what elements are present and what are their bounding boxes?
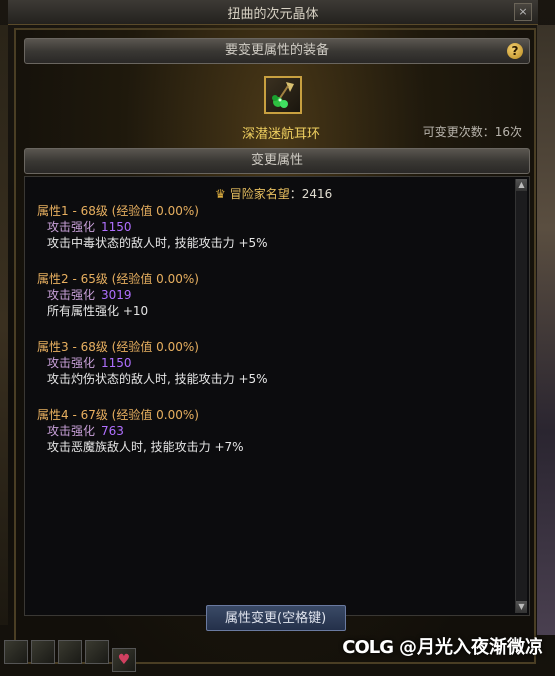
scroll-down-arrow-icon[interactable]: ▼	[516, 601, 527, 613]
attribute-effect: 攻击灼伤状态的敌人时, 技能攻击力 +5%	[47, 372, 268, 386]
fame-label: 冒险家名望	[229, 187, 290, 201]
attribute-effect: 所有属性强化 +10	[47, 304, 149, 318]
quick-slot-bar: ♥	[4, 640, 139, 672]
attribute-effect: 攻击恶魔族敌人时, 技能攻击力 +7%	[47, 440, 244, 454]
change-count-label: 可变更次数：16次	[422, 125, 522, 139]
attribute-title: 属性2 - 65级 (经验值 0.00%)	[37, 272, 199, 286]
attr-section-header: 变更属性	[24, 148, 530, 174]
watermark-text: @月光入夜渐微凉	[399, 637, 543, 658]
attribute-stat-value: 763	[101, 424, 124, 438]
attribute-stat-name: 攻击强化	[47, 288, 96, 302]
attribute-stat-value: 1150	[101, 356, 132, 370]
window-titlebar[interactable]: 扭曲的次元晶体 ×	[8, 0, 538, 25]
attribute-effect: 攻击中毒状态的敌人时, 技能攻击力 +5%	[47, 236, 268, 250]
attribute-block-2: 属性2 - 65级 (经验值 0.00%) 攻击强化 3019 所有属性强化 +1…	[37, 271, 199, 319]
earring-item-slot[interactable]	[264, 76, 302, 114]
equip-section-title: 要变更属性的装备	[224, 43, 329, 58]
attribute-stat-value: 3019	[101, 288, 132, 302]
item-name: 深潜迷航耳环	[241, 127, 320, 142]
attribute-stat-name: 攻击强化	[47, 356, 96, 370]
attribute-stat-line: 攻击强化 1150	[37, 219, 268, 235]
fame-crown-icon: ♛	[215, 187, 226, 201]
quick-slot[interactable]	[85, 640, 109, 664]
equip-section-header: 要变更属性的装备 ?	[24, 38, 530, 64]
background-right-strip	[537, 25, 555, 635]
close-button[interactable]: ×	[514, 3, 532, 21]
attribute-stat-line: 攻击强化 763	[37, 423, 244, 439]
heart-icon[interactable]: ♥	[112, 648, 136, 672]
list-scrollbar[interactable]: ▲ ▼	[515, 179, 527, 613]
fame-value: ：2416	[289, 187, 333, 201]
background-left-strip	[0, 25, 8, 625]
colg-logo: COLG	[342, 637, 394, 658]
attribute-change-button[interactable]: 属性变更(空格键)	[206, 605, 346, 631]
fame-row: ♛ 冒险家名望：2416	[215, 185, 332, 202]
help-icon[interactable]: ?	[507, 43, 523, 59]
quick-slot[interactable]	[58, 640, 82, 664]
quick-slot[interactable]	[31, 640, 55, 664]
quick-slot[interactable]	[4, 640, 28, 664]
attribute-title: 属性4 - 67级 (经验值 0.00%)	[37, 408, 199, 422]
attribute-block-3: 属性3 - 68级 (经验值 0.00%) 攻击强化 1150 攻击灼伤状态的敌人…	[37, 339, 268, 387]
scroll-up-arrow-icon[interactable]: ▲	[516, 179, 527, 191]
attribute-block-4: 属性4 - 67级 (经验值 0.00%) 攻击强化 763 攻击恶魔族敌人时, …	[37, 407, 244, 455]
attribute-stat-name: 攻击强化	[47, 424, 96, 438]
watermark: COLG @月光入夜渐微凉	[342, 633, 543, 659]
attribute-stat-value: 1150	[101, 220, 132, 234]
attribute-title: 属性1 - 68级 (经验值 0.00%)	[37, 204, 199, 218]
window-frame: 要变更属性的装备 ? 深潜迷航耳环 可变更次数：16次 变更属性 ♛ 冒险家名望：…	[14, 28, 536, 664]
window-title: 扭曲的次元晶体	[227, 7, 319, 22]
attribute-stat-name: 攻击强化	[47, 220, 96, 234]
attribute-stat-line: 攻击强化 1150	[37, 355, 268, 371]
dimension-crystal-window: 扭曲的次元晶体 × 要变更属性的装备 ? 深潜迷航耳环 可变更次数：16次 变更…	[8, 0, 538, 676]
attribute-list-panel[interactable]: ♛ 冒险家名望：2416 属性1 - 68级 (经验值 0.00%) 攻击强化 11…	[24, 176, 530, 616]
attribute-block-1: 属性1 - 68级 (经验值 0.00%) 攻击强化 1150 攻击中毒状态的敌人…	[37, 203, 268, 251]
attribute-stat-line: 攻击强化 3019	[37, 287, 199, 303]
attr-section-title: 变更属性	[250, 153, 303, 168]
earring-icon	[272, 82, 294, 108]
attribute-title: 属性3 - 68级 (经验值 0.00%)	[37, 340, 199, 354]
